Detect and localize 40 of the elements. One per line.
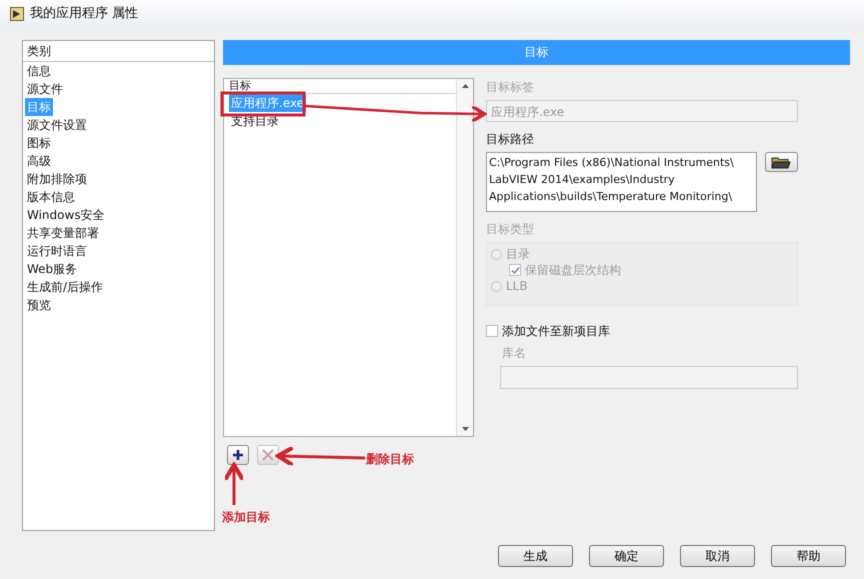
app-icon <box>10 7 24 21</box>
category-item[interactable]: 源文件设置 <box>25 116 89 134</box>
category-item[interactable]: 版本信息 <box>25 188 77 206</box>
option-label: 保留磁盘层次结构 <box>525 262 621 278</box>
category-item[interactable]: Web服务 <box>25 260 80 278</box>
panel-header: 目标 <box>223 40 850 65</box>
category-item[interactable]: 共享变量部署 <box>25 224 101 242</box>
field-label: 库名 <box>502 345 527 362</box>
category-item[interactable]: 源文件 <box>25 80 65 98</box>
category-item[interactable]: 附加排除项 <box>25 170 89 188</box>
category-item[interactable]: 预览 <box>25 296 53 314</box>
path-field[interactable]: C:\Program Files (x86)\National Instruments\ LabVIEW 2014\examples\Industry Applications\builds\Temperature Monitoring\ <box>486 152 757 212</box>
browse-button[interactable] <box>764 152 798 172</box>
field-label: 目标路径 <box>486 131 535 148</box>
cross-icon <box>262 449 274 461</box>
checkbox[interactable] <box>486 325 498 337</box>
add-button[interactable] <box>227 445 249 465</box>
scroll-up-icon[interactable] <box>462 84 468 88</box>
dialog-button[interactable]: 生成 <box>498 545 573 567</box>
field-label: 目标类型 <box>486 221 535 238</box>
category-item[interactable]: 图标 <box>25 134 53 152</box>
checkbox-label: 添加文件至新项目库 <box>502 323 610 340</box>
annotation-text: 删除目标 <box>366 451 414 468</box>
annotation-arrow <box>222 462 246 505</box>
window-title: 我的应用程序 属性 <box>30 5 138 24</box>
scroll-down-icon[interactable] <box>462 427 468 431</box>
annotation-text: 添加目标 <box>222 509 270 526</box>
dialog-button[interactable]: 帮助 <box>771 545 846 567</box>
category-item[interactable]: 信息 <box>25 62 53 80</box>
option-label: 目录 <box>506 246 530 262</box>
category-item[interactable]: 生成前/后操作 <box>25 278 106 296</box>
category-item[interactable]: 运行时语言 <box>25 242 89 260</box>
folder-icon <box>771 156 792 168</box>
option-label: LLB <box>506 278 528 294</box>
category-item[interactable]: Windows安全 <box>25 206 107 224</box>
field-label: 目标标签 <box>486 79 535 96</box>
category-item[interactable]: 高级 <box>25 152 53 170</box>
plus-icon <box>232 449 244 461</box>
dialog-button[interactable]: 确定 <box>589 545 664 567</box>
dialog-button[interactable]: 取消 <box>680 545 755 567</box>
